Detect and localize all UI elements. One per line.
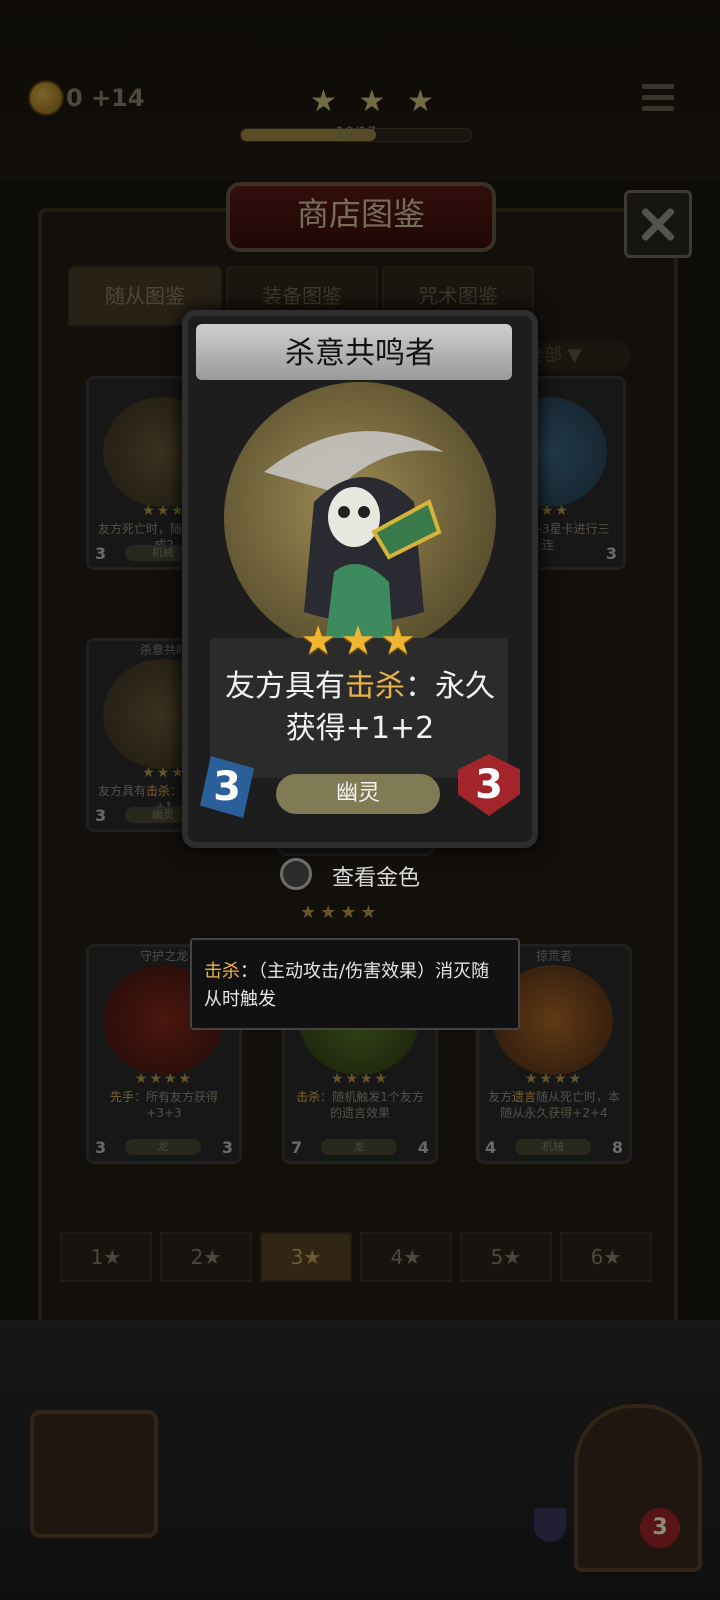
gold-version-toggle[interactable] [280,858,312,890]
gold-version-label[interactable]: 查看金色 [332,860,420,892]
tooltip-text: 击杀：（主动攻击/伤害效果）消灭随从时触发 [204,961,490,1010]
card-tribe: 幽灵 [276,774,440,814]
card-name: 杀意共鸣者 [285,336,435,371]
card-portrait-reaper [224,382,496,654]
card-stars: ★★★ [300,618,420,664]
keyword-kill[interactable]: 击杀 [345,669,405,704]
card-description: 友方具有击杀：永久获得+1+2 [225,669,495,746]
card-detail: 杀意共鸣者 ★★★ 友方具有击杀：永久获得+1+2 3 幽灵 3 [182,310,538,848]
